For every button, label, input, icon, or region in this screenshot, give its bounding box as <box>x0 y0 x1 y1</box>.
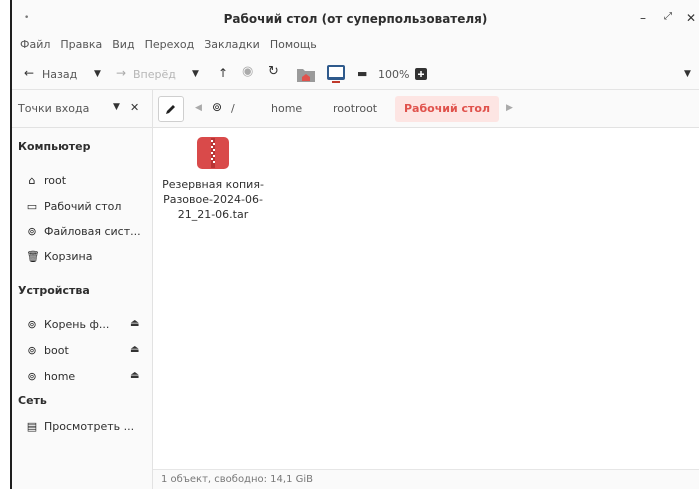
toolbar-overflow-dropdown-icon[interactable]: ▼ <box>684 69 691 79</box>
sidebar-item-label: Рабочий стол <box>44 200 122 213</box>
path-root-separator[interactable]: / <box>231 102 235 115</box>
sidebar-item-root-device[interactable]: ⊚ Корень ф... ⏏ <box>26 318 154 336</box>
file-name: Резервная копия-Разовое-2024-06-21_21-06… <box>162 178 264 221</box>
back-button-label[interactable]: Назад <box>42 68 77 81</box>
title-bar: • Рабочий стол (от суперпользователя) – … <box>12 0 699 38</box>
drive-icon: ⊚ <box>27 344 37 357</box>
back-history-dropdown-icon[interactable]: ▼ <box>94 69 101 79</box>
path-segment-label: Рабочий стол <box>403 102 491 115</box>
sidebar-item-label: Корзина <box>44 250 93 263</box>
status-text: 1 объект, свободно: 14,1 GiB <box>161 474 314 485</box>
sidebar-item-label: home <box>44 370 76 383</box>
file-view[interactable]: Резервная копия-Разовое-2024-06-21_21-06… <box>153 128 699 469</box>
section-computer: Компьютер <box>18 140 91 153</box>
drive-icon: ⊚ <box>27 225 37 238</box>
desktop-icon: ▭ <box>26 200 38 213</box>
sidebar-header: Точки входа ▼ ✕ <box>12 90 153 128</box>
window-title: Рабочий стол (от суперпользователя) <box>223 12 488 26</box>
eject-icon[interactable]: ⏏ <box>130 318 139 329</box>
path-segment-rootroot[interactable]: rootroot <box>333 102 377 115</box>
path-segment-desktop[interactable]: Рабочий стол <box>395 96 499 122</box>
section-devices: Устройства <box>18 284 90 297</box>
path-segment-home[interactable]: home <box>271 102 302 115</box>
sidebar-item-desktop[interactable]: ▭ Рабочий стол <box>26 200 154 218</box>
menu-help[interactable]: Помощь <box>270 38 317 58</box>
sidebar-item-browse-network[interactable]: ▤ Просмотреть ... <box>26 420 154 438</box>
menu-file[interactable]: Файл <box>20 38 50 58</box>
sidebar-mode-dropdown-icon[interactable]: ▼ <box>113 102 120 112</box>
file-item[interactable]: Резервная копия-Разовое-2024-06-21_21-06… <box>159 136 267 222</box>
sidebar-close-icon[interactable]: ✕ <box>130 101 139 114</box>
section-network: Сеть <box>18 394 47 407</box>
forward-button-label[interactable]: Вперёд <box>133 68 176 81</box>
sidebar: Точки входа ▼ ✕ Компьютер ⌂ root ▭ Рабоч… <box>12 90 153 489</box>
drive-icon: ⊚ <box>27 318 37 331</box>
home-folder-icon[interactable] <box>296 65 316 83</box>
path-scroll-right-icon[interactable]: ▶ <box>506 103 513 113</box>
path-scroll-left-icon[interactable]: ◀ <box>195 103 202 113</box>
trash-icon: 🗑 <box>26 250 40 263</box>
desktop-edge <box>0 0 12 489</box>
zoom-level: 100% <box>378 68 410 81</box>
menu-go[interactable]: Переход <box>145 38 195 58</box>
archive-icon <box>197 137 229 169</box>
sidebar-item-boot[interactable]: ⊚ boot ⏏ <box>26 344 154 362</box>
sidebar-item-label: root <box>44 174 67 187</box>
stop-icon[interactable]: ◉ <box>242 64 253 79</box>
minimize-button[interactable]: – <box>640 11 646 25</box>
sidebar-item-root[interactable]: ⌂ root <box>26 174 154 192</box>
sidebar-item-trash[interactable]: 🗑 Корзина <box>26 250 154 268</box>
sidebar-item-label: Корень ф... <box>44 318 110 331</box>
reload-icon[interactable]: ↻ <box>268 64 279 79</box>
forward-arrow-icon[interactable]: → <box>116 66 126 80</box>
filesystem-root-icon[interactable]: ⊚ <box>212 100 222 114</box>
sidebar-mode-label[interactable]: Точки входа <box>18 102 89 115</box>
close-button[interactable]: ✕ <box>686 11 696 25</box>
home-icon: ⌂ <box>28 174 36 187</box>
status-bar: 1 объект, свободно: 14,1 GiB <box>153 469 699 489</box>
zoom-out-icon[interactable]: ▬ <box>357 67 367 80</box>
computer-icon[interactable] <box>326 64 346 84</box>
sidebar-item-filesystem[interactable]: ⊚ Файловая сист... <box>26 225 154 243</box>
back-arrow-icon[interactable]: ← <box>24 66 34 80</box>
toolbar: ← Назад ▼ → Вперёд ▼ ↑ ◉ ↻ ▬ 100% ▼ <box>12 58 699 90</box>
up-arrow-icon[interactable]: ↑ <box>218 66 228 80</box>
menu-view[interactable]: Вид <box>112 38 134 58</box>
zoom-in-icon[interactable] <box>415 68 427 80</box>
sidebar-item-home-device[interactable]: ⊚ home ⏏ <box>26 370 154 388</box>
menu-edit[interactable]: Правка <box>60 38 102 58</box>
eject-icon[interactable]: ⏏ <box>130 344 139 355</box>
eject-icon[interactable]: ⏏ <box>130 370 139 381</box>
sidebar-item-label: Просмотреть ... <box>44 420 135 433</box>
pencil-icon <box>166 105 175 114</box>
maximize-button[interactable]: ⤢ <box>664 11 672 22</box>
drive-icon: ⊚ <box>27 370 37 383</box>
edit-location-button[interactable] <box>158 96 184 122</box>
menu-bookmarks[interactable]: Закладки <box>204 38 260 58</box>
location-bar: ◀ ⊚ / home rootroot Рабочий стол ▶ <box>153 90 699 128</box>
sidebar-item-label: boot <box>44 344 69 357</box>
menu-bar: Файл Правка Вид Переход Закладки Помощь <box>12 38 699 58</box>
network-icon: ▤ <box>26 420 38 433</box>
forward-history-dropdown-icon[interactable]: ▼ <box>192 69 199 79</box>
file-manager-window: • Рабочий стол (от суперпользователя) – … <box>12 0 699 489</box>
sidebar-item-label: Файловая сист... <box>44 225 141 238</box>
